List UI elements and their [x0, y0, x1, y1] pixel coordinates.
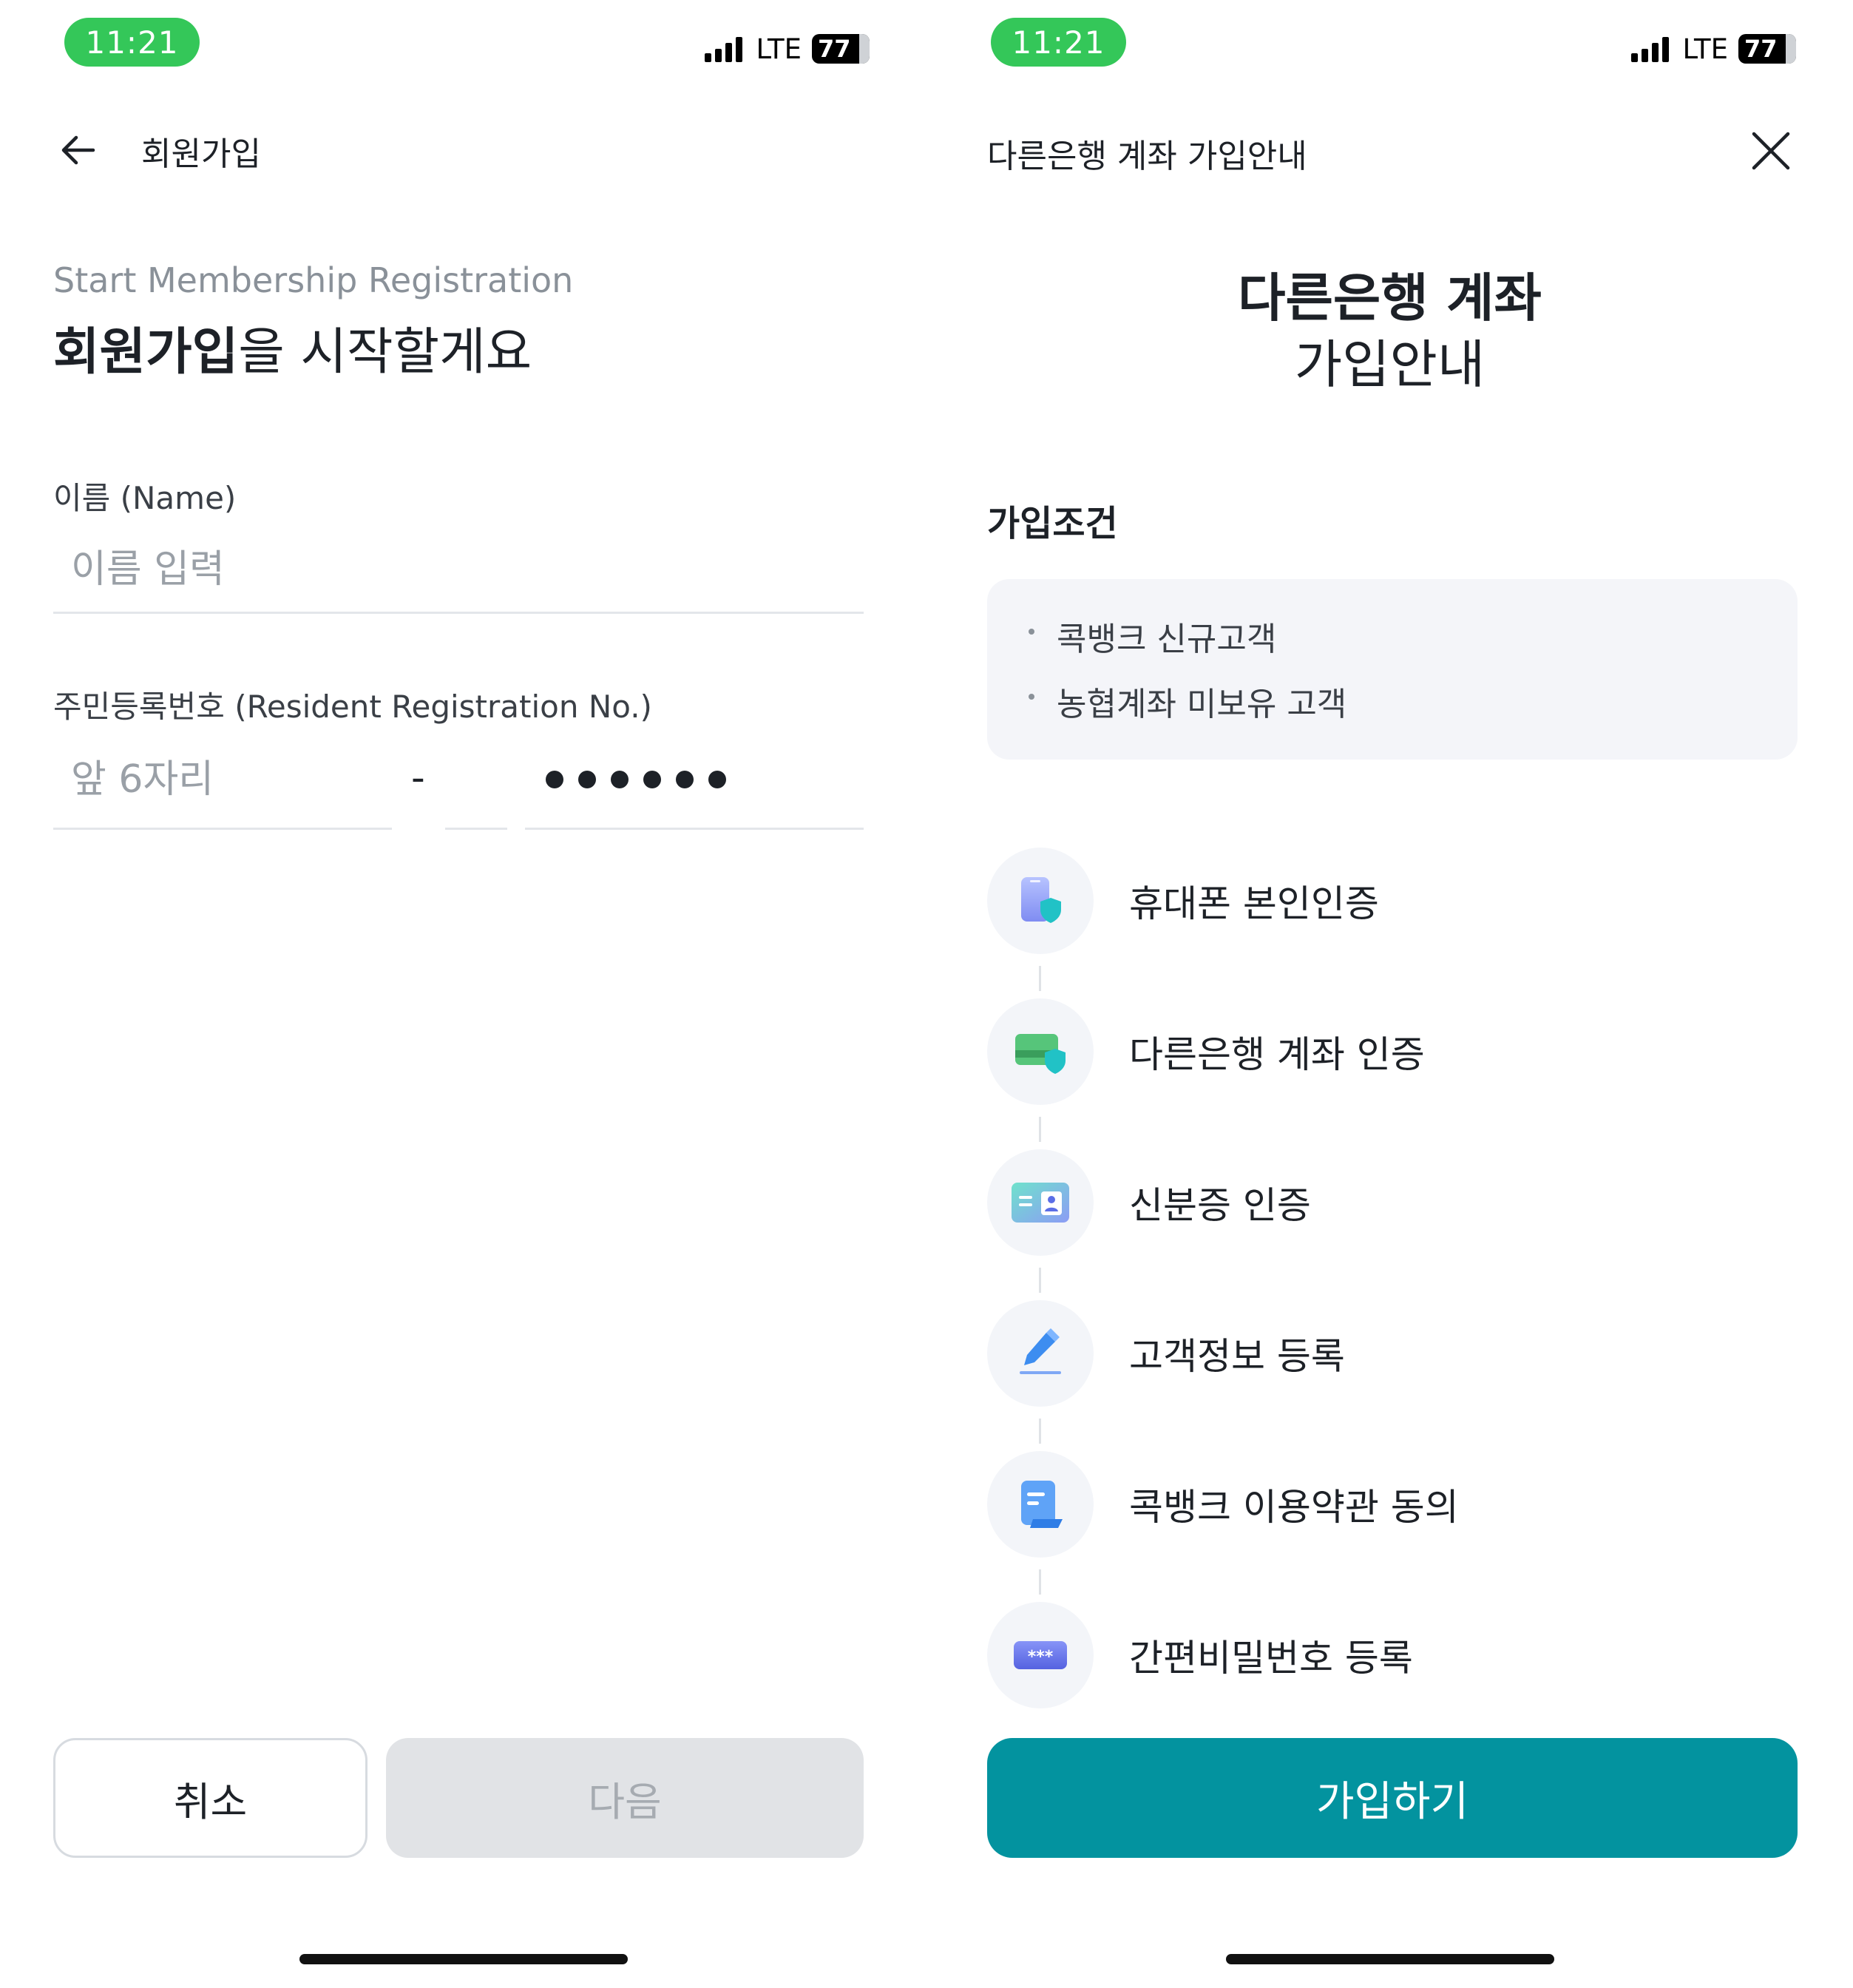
name-input[interactable]: [53, 527, 864, 612]
step-label: 다른은행 계좌 인증: [1129, 1033, 1425, 1076]
step-simple-password: *** 간편비밀번호 등록: [987, 1602, 1798, 1708]
condition-item: 콕뱅크 신규고객: [1029, 612, 1798, 677]
step-label: 콕뱅크 이용약관 동의: [1129, 1486, 1459, 1529]
document-icon: [1021, 1481, 1063, 1528]
step-connector: [1039, 1569, 1041, 1595]
step-icon-circle: [987, 848, 1094, 954]
condition-item: 농협계좌 미보유 고객: [1029, 677, 1798, 743]
phone-shield-icon: [1021, 877, 1061, 923]
svg-text:***: ***: [1028, 1648, 1054, 1666]
signal-icon: [704, 36, 746, 62]
masked-digit-dot: [708, 770, 726, 788]
status-time: 11:21: [991, 18, 1126, 67]
step-icon-circle: [987, 1300, 1094, 1407]
card-shield-icon: [1015, 1034, 1066, 1074]
header-title: 회원가입: [141, 135, 261, 173]
status-time: 11:21: [64, 18, 200, 67]
step-bank-account-verification: 다른은행 계좌 인증: [987, 998, 1798, 1105]
battery-level: 77: [818, 35, 851, 63]
condition-text: 콕뱅크 신규고객: [1057, 621, 1277, 658]
home-indicator: [1225, 1954, 1554, 1964]
name-field-wrap: [53, 527, 864, 614]
battery-icon: 77: [1738, 34, 1796, 64]
signal-icon: [1630, 36, 1673, 62]
masked-digit-dot: [676, 770, 694, 788]
page-title-rest: 을 시작할게요: [238, 323, 532, 382]
page-title-bold: 회원가입: [53, 323, 239, 382]
rrn-front-field: [53, 731, 392, 830]
step-connector: [1039, 1268, 1041, 1293]
masked-digit-dot: [643, 770, 661, 788]
pencil-icon: [1020, 1328, 1061, 1374]
cancel-button[interactable]: 취소: [53, 1738, 367, 1858]
step-phone-verification: 휴대폰 본인인증: [987, 848, 1798, 954]
step-icon-circle: [987, 1451, 1094, 1558]
page-title: 회원가입을 시작할게요: [53, 311, 532, 384]
step-id-verification: 신분증 인증: [987, 1149, 1798, 1256]
step-label: 고객정보 등록: [1129, 1335, 1345, 1378]
other-bank-guide-screen: 11:21 LTE 77 다른은행 계좌 가입안내 다른은행 계좌 가입안내 가…: [926, 0, 1853, 1988]
masked-digit-dot: [611, 770, 629, 788]
next-button[interactable]: 다음: [386, 1738, 864, 1858]
header-title: 다른은행 계좌 가입안내: [987, 138, 1307, 175]
condition-text: 농협계좌 미보유 고객: [1057, 686, 1347, 723]
battery-level: 77: [1744, 35, 1778, 63]
name-label: 이름 (Name): [53, 480, 237, 516]
page-title-line2: 가입안내: [1294, 334, 1486, 395]
registration-screen: 11:21 LTE 77 회원가입 Start Membership Regis…: [0, 0, 926, 1988]
id-card-icon: [1012, 1183, 1069, 1223]
status-indicators: LTE 77: [704, 33, 870, 65]
rrn-label: 주민등록번호 (Resident Registration No.): [53, 689, 652, 725]
conditions-label: 가입조건: [987, 503, 1118, 544]
conditions-box: 콕뱅크 신규고객 농협계좌 미보유 고객: [987, 579, 1798, 760]
home-indicator: [299, 1954, 628, 1964]
rrn-front-input[interactable]: [53, 731, 392, 828]
status-indicators: LTE 77: [1630, 33, 1796, 65]
step-label: 신분증 인증: [1129, 1184, 1311, 1227]
page-title-line1: 다른은행 계좌: [1238, 268, 1542, 328]
masked-digit-dot: [578, 770, 596, 788]
join-button[interactable]: 가입하기: [987, 1738, 1798, 1858]
step-connector: [1039, 1419, 1041, 1444]
battery-icon: 77: [812, 34, 870, 64]
step-customer-info: 고객정보 등록: [987, 1300, 1798, 1407]
step-icon-circle: ***: [987, 1602, 1094, 1708]
rrn-separator: -: [411, 756, 425, 800]
network-label: LTE: [756, 33, 802, 65]
step-terms-agreement: 콕뱅크 이용약관 동의: [987, 1451, 1798, 1558]
step-connector: [1039, 1117, 1041, 1142]
rrn-back-masked-input[interactable]: [525, 731, 864, 830]
step-label: 휴대폰 본인인증: [1129, 882, 1379, 925]
step-label: 간편비밀번호 등록: [1129, 1637, 1413, 1680]
step-connector: [1039, 966, 1041, 991]
subtitle-english: Start Membership Registration: [53, 260, 574, 300]
rrn-separator-field: -: [411, 731, 507, 830]
network-label: LTE: [1682, 33, 1729, 65]
step-icon-circle: [987, 1149, 1094, 1256]
masked-digit-dot: [546, 770, 563, 788]
close-icon[interactable]: [1749, 129, 1792, 172]
password-icon: ***: [1014, 1641, 1067, 1669]
back-arrow-icon[interactable]: [58, 129, 99, 171]
step-icon-circle: [987, 998, 1094, 1105]
